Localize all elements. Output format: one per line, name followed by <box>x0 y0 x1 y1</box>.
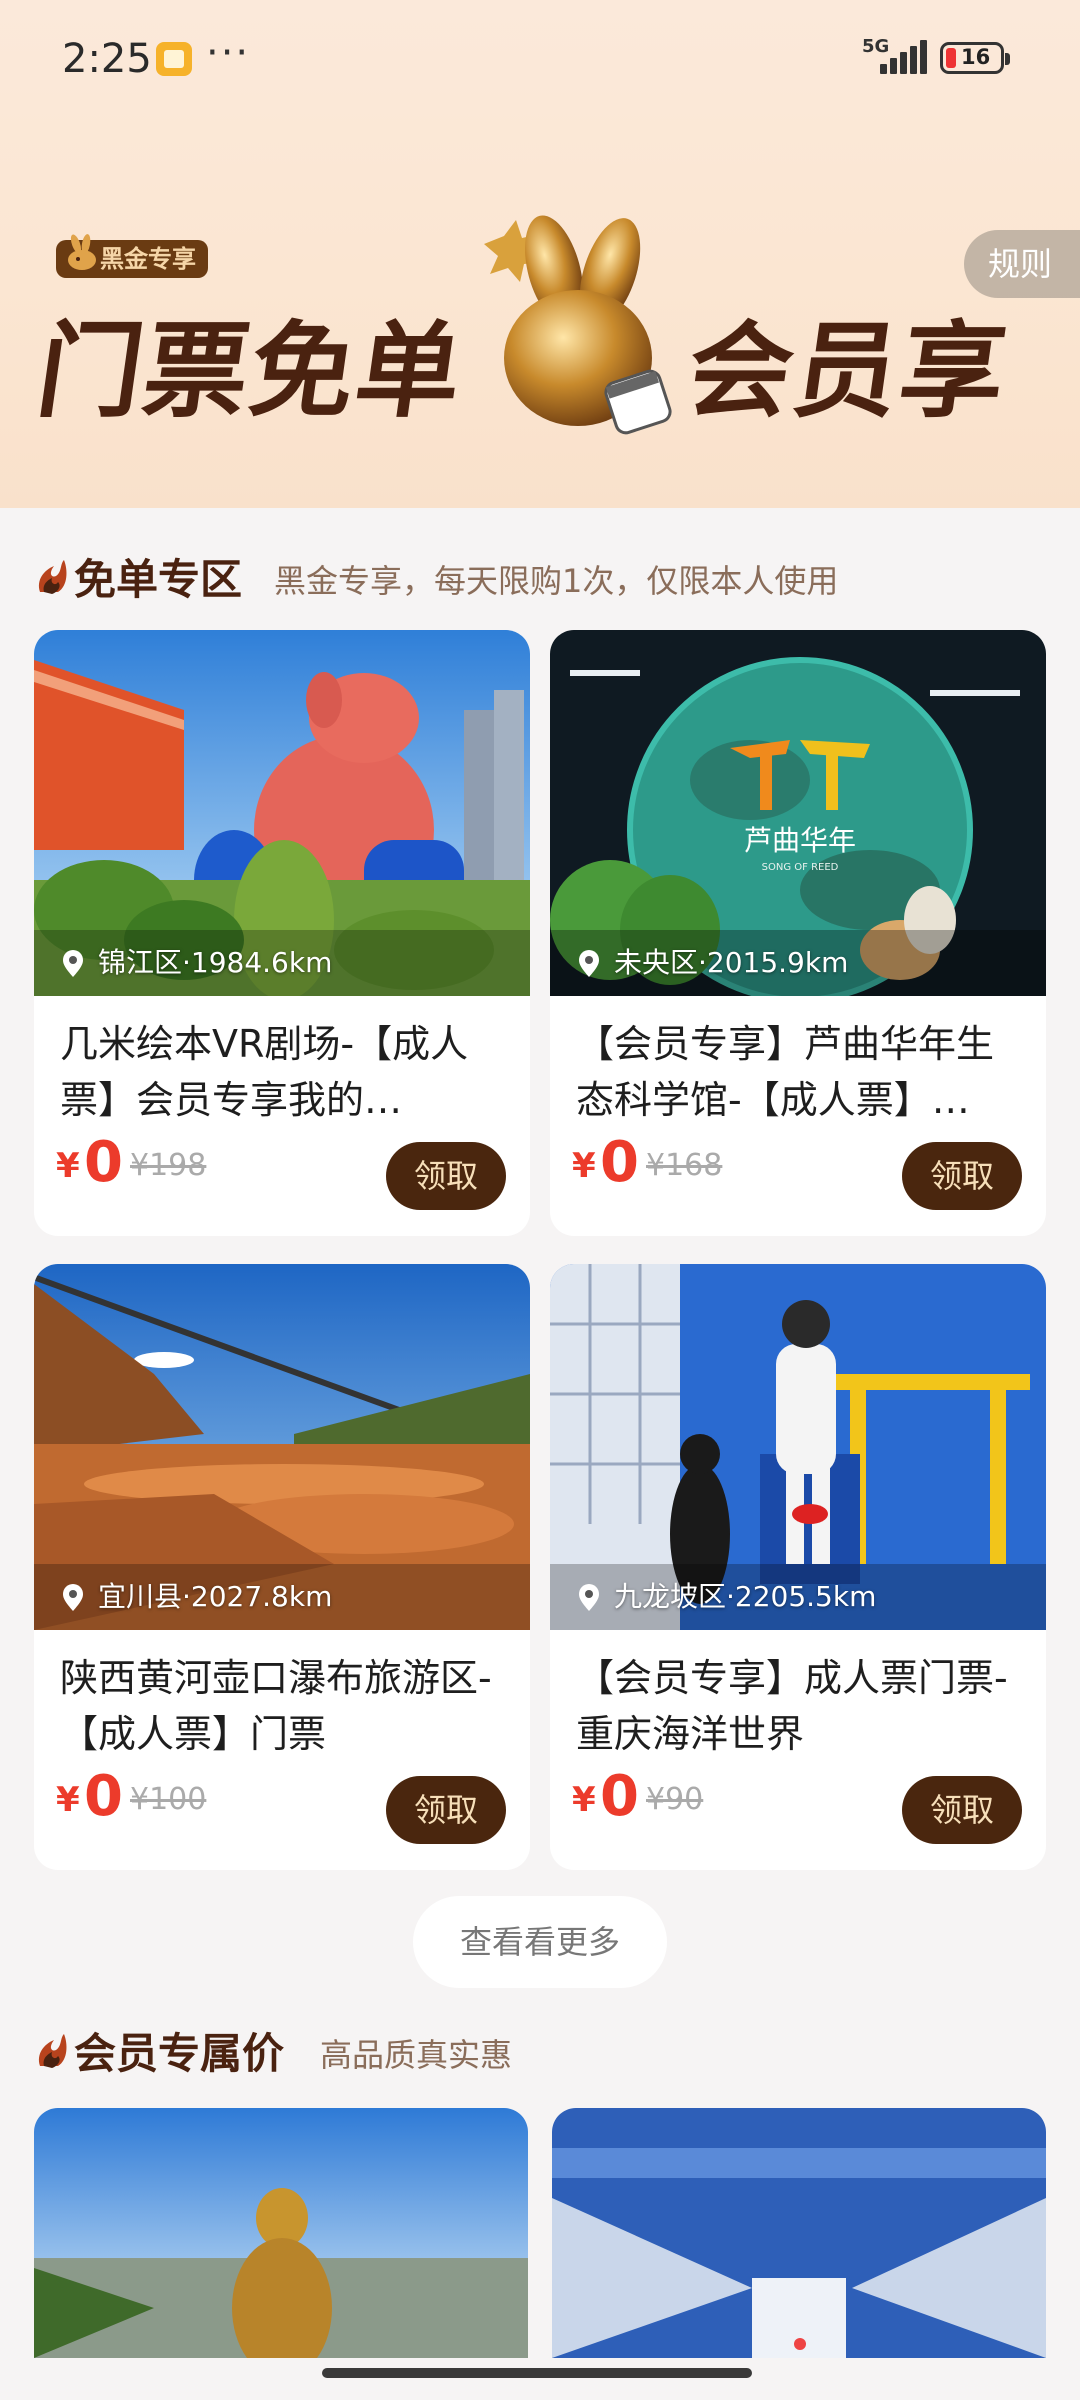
card-location: 锦江区·1984.6km <box>60 942 332 984</box>
card-original-price: ¥198 <box>130 1148 207 1183</box>
price-currency: ¥ <box>572 1146 596 1186</box>
claim-button[interactable]: 领取 <box>386 1142 506 1210</box>
card-title: 【会员专享】成人票门票-重庆海洋世界 <box>576 1656 1008 1756</box>
location-pin-icon <box>63 1584 83 1611</box>
hero-title-left: 门票免单 <box>30 310 472 432</box>
claim-button[interactable]: 领取 <box>902 1776 1022 1844</box>
member-card-image[interactable] <box>552 2108 1046 2358</box>
claim-button[interactable]: 领取 <box>902 1142 1022 1210</box>
golden-bunny-mascot-icon <box>484 215 672 435</box>
member-section-subtitle: 高品质真实惠 <box>320 2036 513 2074</box>
free-section-header: 免单专区 黑金专享，每天限购1次，仅限本人使用 <box>34 546 1034 606</box>
member-section-title: 会员专属价 <box>74 2029 285 2078</box>
card-location-text: 锦江区·1984.6km <box>98 946 333 979</box>
free-section-title: 免单专区 <box>74 555 243 604</box>
reed-logo-subtext: SONG OF REED <box>762 862 839 873</box>
card-title: 几米绘本VR剧场-【成人票】会员专享我的… <box>60 1022 469 1122</box>
card-location: 九龙坡区·2205.5km <box>576 1576 876 1618</box>
hero-title-right: 会员享 <box>680 310 1016 432</box>
reed-logo-text: 芦曲华年 <box>744 824 856 857</box>
rules-button[interactable]: 规则 <box>964 230 1080 298</box>
member-card-image[interactable] <box>34 2108 528 2358</box>
card-original-price: ¥168 <box>646 1148 723 1183</box>
hero-banner: 2:25 ··· 5G 16 黑金专享 门票免单 会员享 规则 <box>0 0 1080 508</box>
claim-button[interactable]: 领取 <box>386 1776 506 1844</box>
status-bar: 2:25 ··· 5G 16 <box>0 0 1080 120</box>
home-indicator[interactable] <box>322 2368 752 2378</box>
view-more-button[interactable]: 查看看更多 <box>413 1896 667 1988</box>
status-time: 2:25 <box>62 36 152 82</box>
card-price: 0 <box>84 1130 123 1195</box>
card-location: 宜川县·2027.8km <box>60 1576 332 1618</box>
card-original-price: ¥90 <box>646 1782 704 1817</box>
location-pin-icon <box>63 950 83 977</box>
card-price: 0 <box>600 1764 639 1829</box>
notification-app-icon <box>156 42 192 76</box>
location-pin-icon <box>579 1584 599 1611</box>
price-currency: ¥ <box>572 1780 596 1820</box>
price-currency: ¥ <box>56 1780 80 1820</box>
price-currency: ¥ <box>56 1146 80 1186</box>
bunny-icon <box>68 234 96 270</box>
card-location-text: 九龙坡区·2205.5km <box>614 1580 877 1613</box>
signal-icon <box>880 40 927 74</box>
more-notifications-icon: ··· <box>206 30 251 76</box>
card-location: 未央区·2015.9km <box>576 942 848 984</box>
card-location-text: 未央区·2015.9km <box>614 946 849 979</box>
card-price: 0 <box>84 1764 123 1829</box>
card-title: 【会员专享】芦曲华年生态科学馆-【成人票】… <box>576 1022 995 1122</box>
vip-badge-label: 黑金专享 <box>100 245 196 273</box>
location-pin-icon <box>579 950 599 977</box>
vip-badge: 黑金专享 <box>56 234 208 278</box>
flame-icon <box>38 560 67 594</box>
battery-level: 16 <box>961 45 991 69</box>
card-location-text: 宜川县·2027.8km <box>98 1580 333 1613</box>
member-section-header: 会员专属价 高品质真实惠 <box>34 2020 1034 2080</box>
ticket-card[interactable]: 宜川县·2027.8km 陕西黄河壶口瀑布旅游区-【成人票】门票 ¥ 0 ¥10… <box>34 1264 530 1870</box>
ticket-card[interactable]: 九龙坡区·2205.5km 【会员专享】成人票门票-重庆海洋世界 ¥ 0 ¥90… <box>550 1264 1046 1870</box>
card-original-price: ¥100 <box>130 1782 207 1817</box>
free-section-subtitle: 黑金专享，每天限购1次，仅限本人使用 <box>274 562 839 600</box>
ticket-card[interactable]: 锦江区·1984.6km 几米绘本VR剧场-【成人票】会员专享我的… ¥ 0 ¥… <box>34 630 530 1236</box>
battery-icon: 16 <box>940 42 1010 74</box>
ticket-card[interactable]: 芦曲华年 SONG OF REED 未央区·2015.9km 【会员专享】芦曲华… <box>550 630 1046 1236</box>
card-price: 0 <box>600 1130 639 1195</box>
card-title: 陕西黄河壶口瀑布旅游区-【成人票】门票 <box>60 1656 492 1756</box>
flame-icon <box>38 2034 67 2068</box>
